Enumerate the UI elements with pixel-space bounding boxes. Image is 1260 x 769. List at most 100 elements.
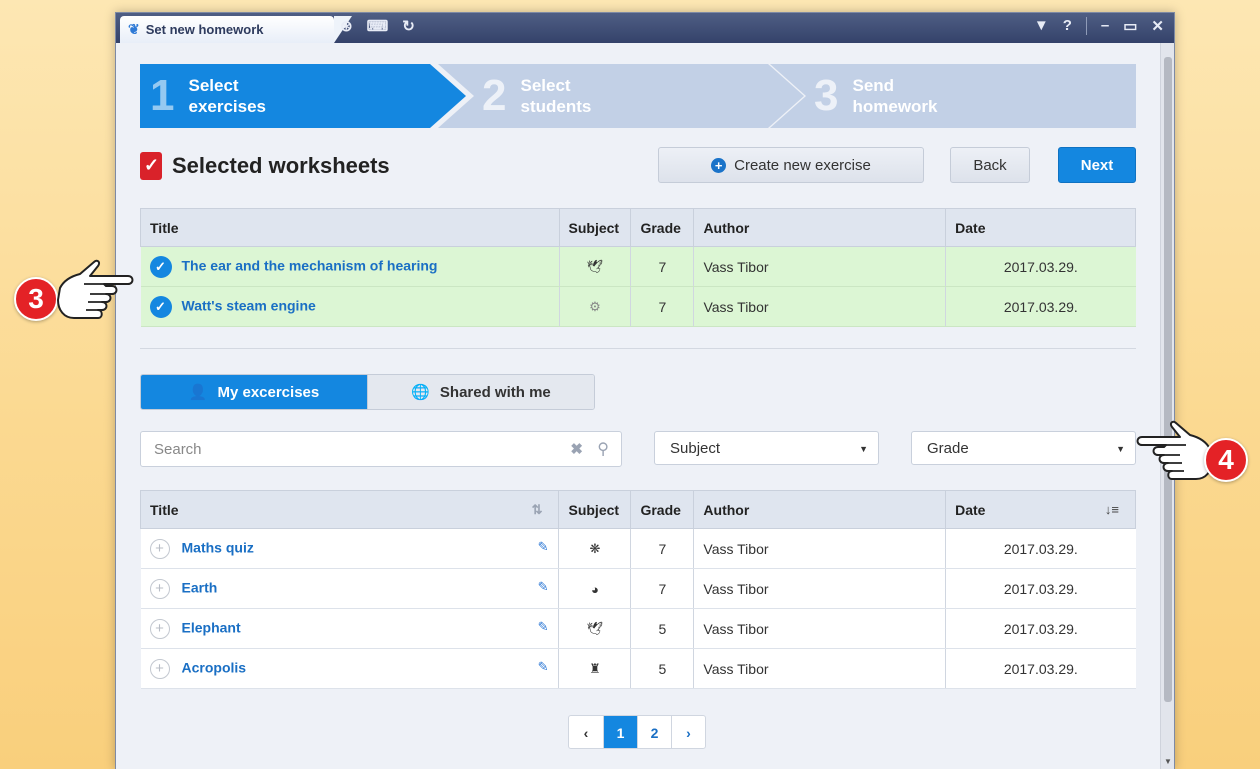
next-page-button[interactable]: ›	[671, 716, 705, 748]
search-icon[interactable]: ⚲	[597, 439, 609, 459]
window-controls: ▼ ? – ▭ ✕	[1034, 17, 1164, 35]
col-date-label: Date	[955, 501, 986, 518]
section-divider	[140, 348, 1136, 349]
col-date[interactable]: Date	[945, 208, 1136, 247]
table-header-row: Title ⇅ Subject Grade Author Date ↓≡	[139, 490, 1136, 529]
table-row[interactable]: + Maths quiz ✎ ❋ 7 Vass Tibor 2017.03.29.	[140, 528, 1136, 569]
grade-value: 7	[630, 528, 694, 569]
window-tab[interactable]: ❦ Set new homework	[120, 16, 352, 43]
table-row[interactable]: + Acropolis ✎ ♜ 5 Vass Tibor 2017.03.29.	[140, 648, 1136, 689]
page-button[interactable]: 1	[603, 716, 637, 748]
step-select-exercises[interactable]: 1 Select exercises	[140, 64, 466, 128]
col-subject[interactable]: Subject	[558, 208, 632, 247]
dropdown-icon[interactable]: ▼	[1034, 17, 1049, 35]
date-value: 2017.03.29.	[945, 246, 1136, 287]
col-title[interactable]: Title	[140, 208, 560, 247]
exercises-table: Title ⇅ Subject Grade Author Date ↓≡ + Math…	[139, 490, 1136, 689]
shared-with-me-tab[interactable]: 🌐 Shared with me	[367, 375, 594, 409]
pagination: ‹ 1 2 ›	[568, 715, 706, 749]
clear-icon[interactable]: ✖	[570, 440, 583, 458]
table-row[interactable]: ✓ The ear and the mechanism of hearing 🕊 …	[140, 246, 1136, 287]
author-value: Vass Tibor	[693, 528, 946, 569]
callout-badge: 4	[1204, 438, 1248, 482]
maximize-icon[interactable]: ▭	[1123, 17, 1137, 35]
grade-select[interactable]: Grade ▼	[911, 431, 1136, 465]
table-header-row: Title Subject Grade Author Date	[140, 208, 1136, 247]
gear-icon: ⚙	[589, 299, 601, 314]
page-button[interactable]: 2	[637, 716, 671, 748]
globe-icon: ◕	[591, 581, 599, 597]
add-icon[interactable]: +	[149, 658, 170, 679]
table-row[interactable]: ✓ Watt's steam engine ⚙ 7 Vass Tibor 2017…	[140, 286, 1136, 327]
subject-select-value: Subject	[670, 439, 721, 457]
exercise-title-link[interactable]: Maths quiz	[182, 539, 254, 555]
pointing-hand-icon	[57, 259, 134, 319]
next-button[interactable]: Next	[1058, 147, 1136, 183]
prev-page-button[interactable]: ‹	[569, 716, 603, 748]
step-number: 1	[150, 71, 175, 120]
exercise-title-link[interactable]: Earth	[182, 579, 218, 595]
grade-value: 5	[630, 648, 694, 689]
add-icon[interactable]: +	[149, 578, 170, 599]
edit-icon[interactable]: ✎	[538, 539, 549, 555]
minimize-icon[interactable]: –	[1101, 17, 1109, 35]
author-value: Vass Tibor	[693, 246, 946, 287]
checkmark-icon[interactable]: ✓	[149, 295, 172, 318]
help-icon[interactable]: ?	[1063, 17, 1072, 35]
close-icon[interactable]: ✕	[1151, 17, 1164, 35]
compass-icon[interactable]: ⊛	[340, 17, 353, 35]
add-icon[interactable]: +	[149, 618, 170, 639]
author-value: Vass Tibor	[693, 608, 946, 649]
col-author[interactable]: Author	[693, 490, 947, 529]
my-exercises-tab[interactable]: 👤 My excercises	[141, 375, 367, 409]
col-title[interactable]: Title ⇅	[139, 490, 560, 529]
homework-window: ❦ Set new homework ⊛ ⌨ ↻ ▼ ? – ▭ ✕ 1 Sel…	[115, 12, 1175, 769]
sort-desc-icon[interactable]: ↓≡	[1105, 502, 1119, 517]
date-value: 2017.03.29.	[945, 648, 1136, 689]
date-value: 2017.03.29.	[945, 608, 1136, 649]
worksheets-header: Selected worksheets	[140, 148, 390, 184]
subject-select[interactable]: Subject ▼	[654, 431, 879, 465]
edit-icon[interactable]: ✎	[538, 619, 549, 635]
step-select-students[interactable]: 2 Select students	[438, 64, 804, 128]
exercise-title-link[interactable]: Acropolis	[182, 659, 247, 675]
bird-icon: 🕊	[586, 259, 604, 274]
date-value: 2017.03.29.	[945, 568, 1136, 609]
scrollbar[interactable]: ▼	[1160, 43, 1174, 769]
sort-icon[interactable]: ⇅	[532, 502, 543, 518]
grade-value: 7	[630, 568, 694, 609]
add-icon[interactable]: +	[149, 538, 170, 559]
keyboard-icon[interactable]: ⌨	[367, 17, 389, 35]
checkmark-icon[interactable]: ✓	[149, 255, 172, 278]
col-date[interactable]: Date ↓≡	[945, 490, 1136, 529]
col-grade[interactable]: Grade	[630, 208, 695, 247]
caret-down-icon: ▼	[859, 444, 868, 454]
edit-icon[interactable]: ✎	[538, 659, 549, 675]
my-exercises-label: My excercises	[217, 383, 320, 401]
title-bar: ❦ Set new homework ⊛ ⌨ ↻ ▼ ? – ▭ ✕	[116, 13, 1174, 43]
author-value: Vass Tibor	[693, 648, 946, 689]
step-send-homework[interactable]: 3 Send homework	[770, 64, 1136, 128]
table-row[interactable]: + Elephant ✎ 🕊 5 Vass Tibor 2017.03.29.	[140, 608, 1136, 649]
back-button[interactable]: Back	[950, 147, 1030, 183]
exercise-title-link[interactable]: Elephant	[182, 619, 241, 635]
step-number: 2	[482, 71, 507, 120]
separator	[1085, 17, 1087, 35]
col-author[interactable]: Author	[693, 208, 947, 247]
col-grade[interactable]: Grade	[630, 490, 695, 529]
helmet-icon: ♜	[589, 661, 601, 676]
scrollbar-thumb[interactable]	[1164, 57, 1172, 702]
grade-value: 5	[630, 608, 694, 649]
search-input[interactable]	[141, 432, 541, 466]
col-subject[interactable]: Subject	[558, 490, 632, 529]
create-exercise-button[interactable]: + Create new exercise	[658, 147, 924, 183]
worksheet-title-link[interactable]: The ear and the mechanism of hearing	[182, 257, 438, 273]
edit-icon[interactable]: ✎	[538, 579, 549, 595]
window-tab-title: Set new homework	[145, 22, 264, 37]
grade-select-value: Grade	[927, 439, 969, 457]
worksheet-title-link[interactable]: Watt's steam engine	[182, 297, 316, 313]
refresh-icon[interactable]: ↻	[402, 17, 415, 35]
scroll-down-icon[interactable]: ▼	[1164, 757, 1172, 766]
table-row[interactable]: + Earth ✎ ◕ 7 Vass Tibor 2017.03.29.	[140, 568, 1136, 609]
page-title: Selected worksheets	[172, 153, 390, 178]
